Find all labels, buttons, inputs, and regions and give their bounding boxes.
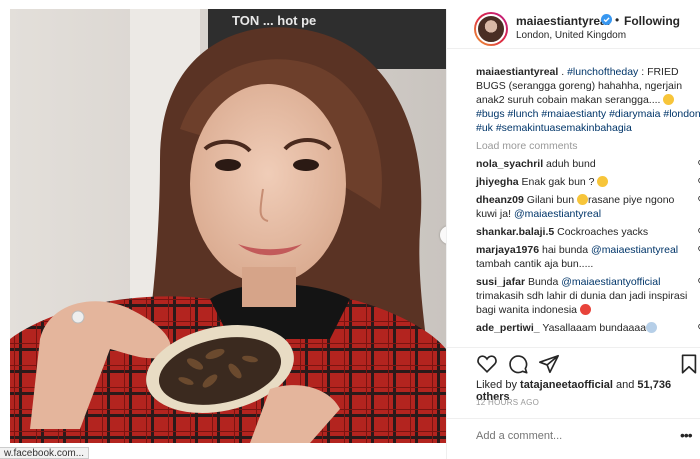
caption-username[interactable]: maiaestiantyreal <box>476 66 558 78</box>
comment-username[interactable]: susi_jafar <box>476 276 525 288</box>
comment-text: Bunda <box>525 276 562 288</box>
post-timestamp[interactable]: 12 HOURS AGO <box>476 398 539 407</box>
photo-illustration: TON ... hot pe <box>10 9 446 443</box>
comment-row: nola_syachril aduh bund <box>476 157 700 171</box>
add-comment-input[interactable] <box>476 426 676 446</box>
likes-user[interactable]: tatajaneetaofficial <box>520 379 613 391</box>
comment-username[interactable]: shankar.balaji.5 <box>476 226 554 238</box>
comment-row: marjaya1976 hai bunda @maiaestiantyreal … <box>476 243 700 271</box>
post-header: maiaestiantyreal • Following London, Uni… <box>447 9 700 49</box>
likes-middle: and <box>612 379 638 391</box>
comment-text: hai bunda <box>539 244 592 256</box>
verified-badge-icon <box>601 14 612 25</box>
divider <box>447 347 700 348</box>
comment-bubble-icon[interactable] <box>507 353 529 375</box>
scream-emoji-icon <box>646 322 658 333</box>
post-side-panel: maiaestiantyreal • Following London, Uni… <box>446 9 700 459</box>
comment-text-2: tambah cantik aja bun..... <box>476 258 594 270</box>
share-send-icon[interactable] <box>538 353 560 375</box>
more-options-button[interactable]: ••• <box>680 427 693 443</box>
comment-text: aduh bund <box>543 158 596 170</box>
post-photo[interactable]: TON ... hot pe <box>10 9 446 443</box>
post-username[interactable]: maiaestiantyreal <box>516 14 610 28</box>
comment-mention[interactable]: @maiaestiantyofficial <box>561 276 660 288</box>
following-button[interactable]: Following <box>624 14 680 28</box>
post-location[interactable]: London, United Kingdom <box>516 30 626 41</box>
comment-text: Cockroaches yacks <box>554 226 649 238</box>
avatar[interactable] <box>474 12 508 46</box>
post-caption: maiaestiantyreal . #lunchoftheday : FRIE… <box>476 65 700 135</box>
instagram-post-view: TON ... hot pe w.facebook.com... maiaest… <box>0 0 700 459</box>
caption-hashtags[interactable]: #bugs #lunch #maiaestianty #diarymaia #l… <box>476 108 700 134</box>
comment-mention[interactable]: @maiaestiantyreal <box>591 244 678 256</box>
browser-status-url: w.facebook.com... <box>0 447 90 459</box>
heart-eyes-emoji-icon <box>579 304 591 315</box>
comment-username[interactable]: marjaya1976 <box>476 244 539 256</box>
comment-username[interactable]: jhiyegha <box>476 176 519 188</box>
comment-text: Gilani bun <box>523 194 577 206</box>
post-actions <box>476 353 700 377</box>
comment-username[interactable]: nola_syachril <box>476 158 543 170</box>
like-heart-icon[interactable] <box>476 353 498 375</box>
comments-list: maiaestiantyreal . #lunchoftheday : FRIE… <box>476 65 700 339</box>
grin-emoji-icon <box>597 176 609 187</box>
comment-username[interactable]: dheanz09 <box>476 194 524 206</box>
comment-row: susi_jafar Bunda @maiaestiantyofficial t… <box>476 275 700 317</box>
load-more-comments-button[interactable]: Load more comments <box>476 139 700 153</box>
comment-row: dheanz09 Gilani bun rasane piye ngono ku… <box>476 193 700 221</box>
caption-hashtag[interactable]: #lunchoftheday <box>567 66 638 78</box>
caption-text-1: . <box>558 66 568 78</box>
sign-text: TON ... hot pe <box>232 13 316 28</box>
avatar-image <box>476 14 506 44</box>
comment-text: Enak gak bun ? <box>518 176 598 188</box>
bookmark-save-icon[interactable] <box>678 353 700 375</box>
likes-prefix: Liked by <box>476 379 521 391</box>
comment-row: shankar.balaji.5 Cockroaches yacks <box>476 225 700 239</box>
divider <box>447 418 700 419</box>
comment-username[interactable]: ade_pertiwi_ <box>476 322 540 334</box>
grin-emoji-icon <box>663 94 675 105</box>
comment-mention[interactable]: @maiaestiantyreal <box>514 208 601 220</box>
laugh-emoji-icon <box>576 194 588 205</box>
comment-row: ade_pertiwi_ Yasallaaam bundaaaa <box>476 321 700 335</box>
comment-row: jhiyegha Enak gak bun ? <box>476 175 700 189</box>
separator-dot: • <box>615 13 620 27</box>
comment-text: Yasallaaam bundaaaa <box>539 322 647 334</box>
